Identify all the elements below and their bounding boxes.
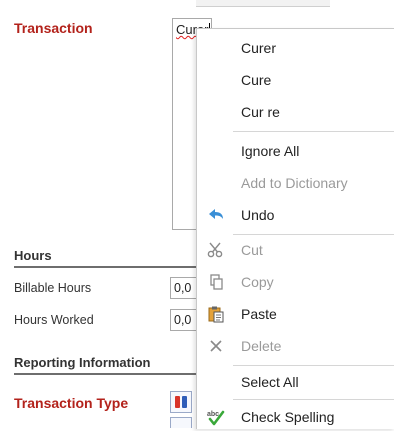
menu-item-label: Add to Dictionary: [241, 175, 348, 191]
transaction-type-icon-secondary[interactable]: [170, 417, 192, 428]
transaction-label: Transaction: [14, 20, 93, 36]
menu-separator: [233, 399, 394, 400]
menu-item-delete: Delete: [197, 333, 394, 359]
menu-item-suggestion-cur-re[interactable]: Cur re: [197, 99, 394, 125]
menu-item-suggestion-curer[interactable]: Curer: [197, 35, 394, 61]
undo-arrow-icon: [206, 206, 226, 224]
menu-item-label: Cur re: [241, 104, 280, 120]
x-icon: [206, 337, 226, 355]
spell-check-icon: abc: [206, 408, 226, 426]
menu-item-label: Check Spelling: [241, 409, 335, 425]
clipboard-icon: [206, 305, 226, 323]
menu-item-suggestion-cure[interactable]: Cure: [197, 67, 394, 93]
menu-item-undo[interactable]: Undo: [197, 202, 394, 228]
menu-item-label: Ignore All: [241, 143, 300, 159]
scissors-icon: [206, 241, 226, 259]
menu-item-label: Cut: [241, 242, 263, 258]
svg-text:abc: abc: [207, 411, 219, 418]
blue-bar-shape: [182, 396, 187, 408]
hours-worked-label: Hours Worked: [14, 313, 94, 327]
menu-separator: [233, 365, 394, 366]
menu-separator: [233, 131, 394, 132]
reporting-section-title: Reporting Information: [14, 355, 151, 370]
billable-hours-label: Billable Hours: [14, 281, 92, 295]
menu-item-copy: Copy: [197, 269, 394, 295]
copy-icon: [206, 273, 226, 291]
menu-item-cut: Cut: [197, 237, 394, 263]
menu-item-check-spelling[interactable]: abc Check Spelling: [197, 404, 394, 430]
spelling-context-menu: Curer Cure Cur re Ignore All Add to Dict…: [196, 28, 394, 429]
menu-separator: [233, 234, 394, 235]
hours-section-title: Hours: [14, 248, 52, 263]
menu-item-label: Copy: [241, 274, 274, 290]
menu-item-select-all[interactable]: Select All: [197, 369, 394, 395]
hours-section-rule: [14, 266, 196, 268]
top-toolbar-edge: [196, 0, 330, 7]
menu-item-ignore-all[interactable]: Ignore All: [197, 138, 394, 164]
menu-item-add-to-dictionary: Add to Dictionary: [197, 170, 394, 196]
reporting-section-rule: [14, 373, 196, 375]
transaction-type-icon[interactable]: [170, 391, 192, 413]
menu-item-label: Curer: [241, 40, 277, 56]
menu-item-paste[interactable]: Paste: [197, 301, 394, 327]
red-bar-shape: [175, 396, 180, 408]
menu-item-label: Cure: [241, 72, 272, 88]
transaction-type-label: Transaction Type: [14, 395, 129, 411]
menu-item-label: Undo: [241, 207, 275, 223]
menu-item-label: Delete: [241, 338, 282, 354]
menu-item-label: Paste: [241, 306, 277, 322]
menu-item-label: Select All: [241, 374, 299, 390]
